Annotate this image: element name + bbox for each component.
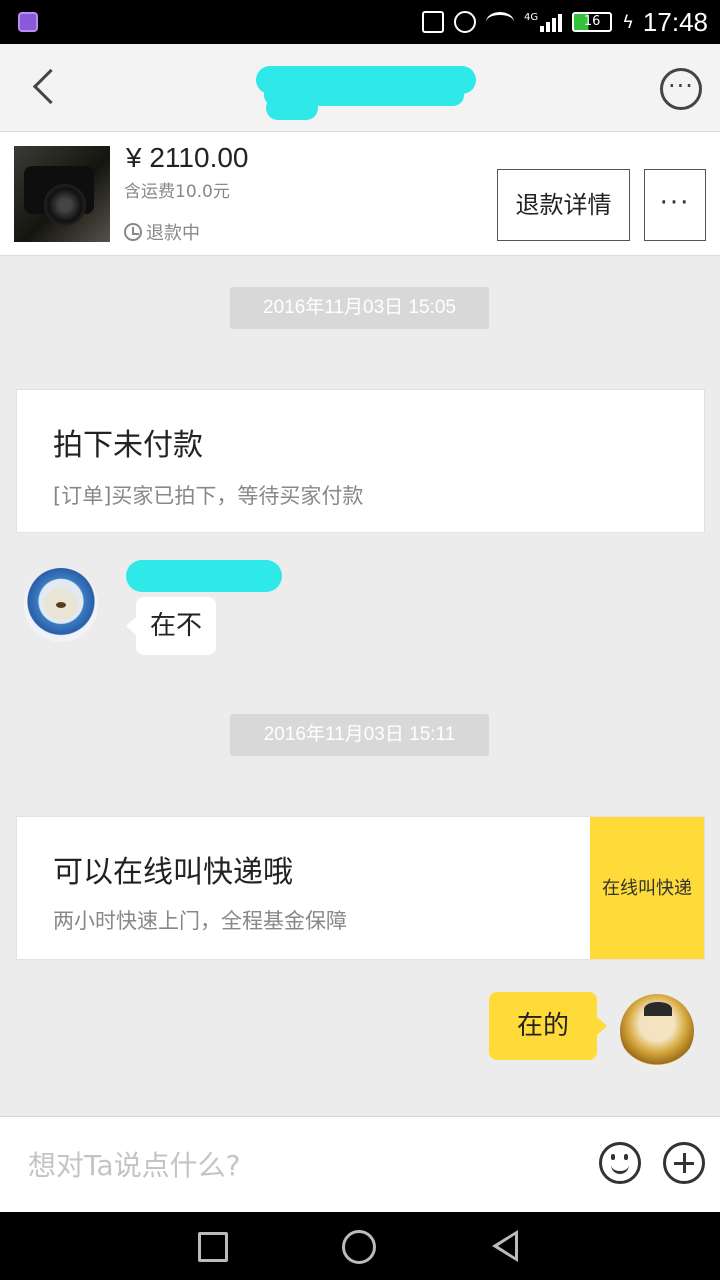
seller-avatar[interactable] — [620, 994, 694, 1068]
back-triangle-icon[interactable] — [492, 1230, 518, 1262]
clock-icon — [124, 223, 142, 241]
courier-card-title: 可以在线叫快递哦 — [53, 855, 293, 890]
clock: 17:48 — [642, 7, 708, 37]
product-more-button[interactable]: ··· — [644, 169, 706, 241]
network-type: 4G — [524, 12, 539, 23]
product-price: ¥ 2110.00 — [126, 142, 249, 173]
vibrate-icon — [422, 11, 444, 33]
message-timestamp: 2016年11月03日 15:11 — [230, 714, 489, 756]
status-icons: 4G 16 ϟ — [422, 8, 634, 36]
order-card[interactable]: 拍下未付款 [订单]买家已拍下，等待买家付款 — [16, 389, 705, 533]
buyer-message-bubble[interactable]: 在不 — [125, 597, 217, 655]
order-card-title: 拍下未付款 — [53, 428, 203, 463]
recents-icon[interactable] — [198, 1232, 228, 1262]
back-button[interactable] — [22, 66, 66, 110]
message-timestamp: 2016年11月03日 15:05 — [230, 287, 489, 329]
seal-icon — [44, 588, 78, 620]
status-bar: 4G 16 ϟ 17:48 — [0, 0, 720, 44]
product-thumbnail[interactable] — [14, 146, 110, 242]
home-icon[interactable] — [342, 1230, 376, 1264]
seller-message-bubble[interactable]: 在的 — [489, 992, 608, 1060]
order-status-label: 退款中 — [146, 223, 200, 244]
nav-bar: ··· — [0, 44, 720, 132]
alarm-icon — [454, 11, 476, 33]
emoji-icon[interactable] — [599, 1142, 641, 1184]
buyer-avatar[interactable] — [24, 568, 98, 642]
emperor-icon — [644, 1002, 672, 1016]
system-nav-bar — [0, 1212, 720, 1280]
battery-icon: 16 — [572, 12, 613, 32]
refund-details-button[interactable]: 退款详情 — [497, 169, 630, 241]
contact-name-redacted — [256, 66, 476, 120]
order-status: 退款中 — [124, 219, 200, 245]
call-courier-button[interactable]: 在线叫快递 — [590, 817, 704, 959]
courier-card[interactable]: 可以在线叫快递哦 两小时快速上门，全程基金保障 在线叫快递 — [16, 816, 705, 960]
cell-signal-icon: 4G — [524, 12, 563, 32]
charging-icon: ϟ — [622, 11, 634, 33]
wifi-icon — [486, 12, 514, 32]
order-card-subtitle: [订单]买家已拍下，等待买家付款 — [53, 484, 364, 508]
more-options-icon[interactable]: ··· — [660, 68, 702, 110]
add-icon[interactable] — [663, 1142, 705, 1184]
gallery-notification-icon — [18, 12, 38, 32]
shipping-fee: 含运费10.0元 — [124, 182, 230, 202]
message-input[interactable] — [28, 1141, 568, 1189]
courier-card-subtitle: 两小时快速上门，全程基金保障 — [53, 909, 347, 933]
